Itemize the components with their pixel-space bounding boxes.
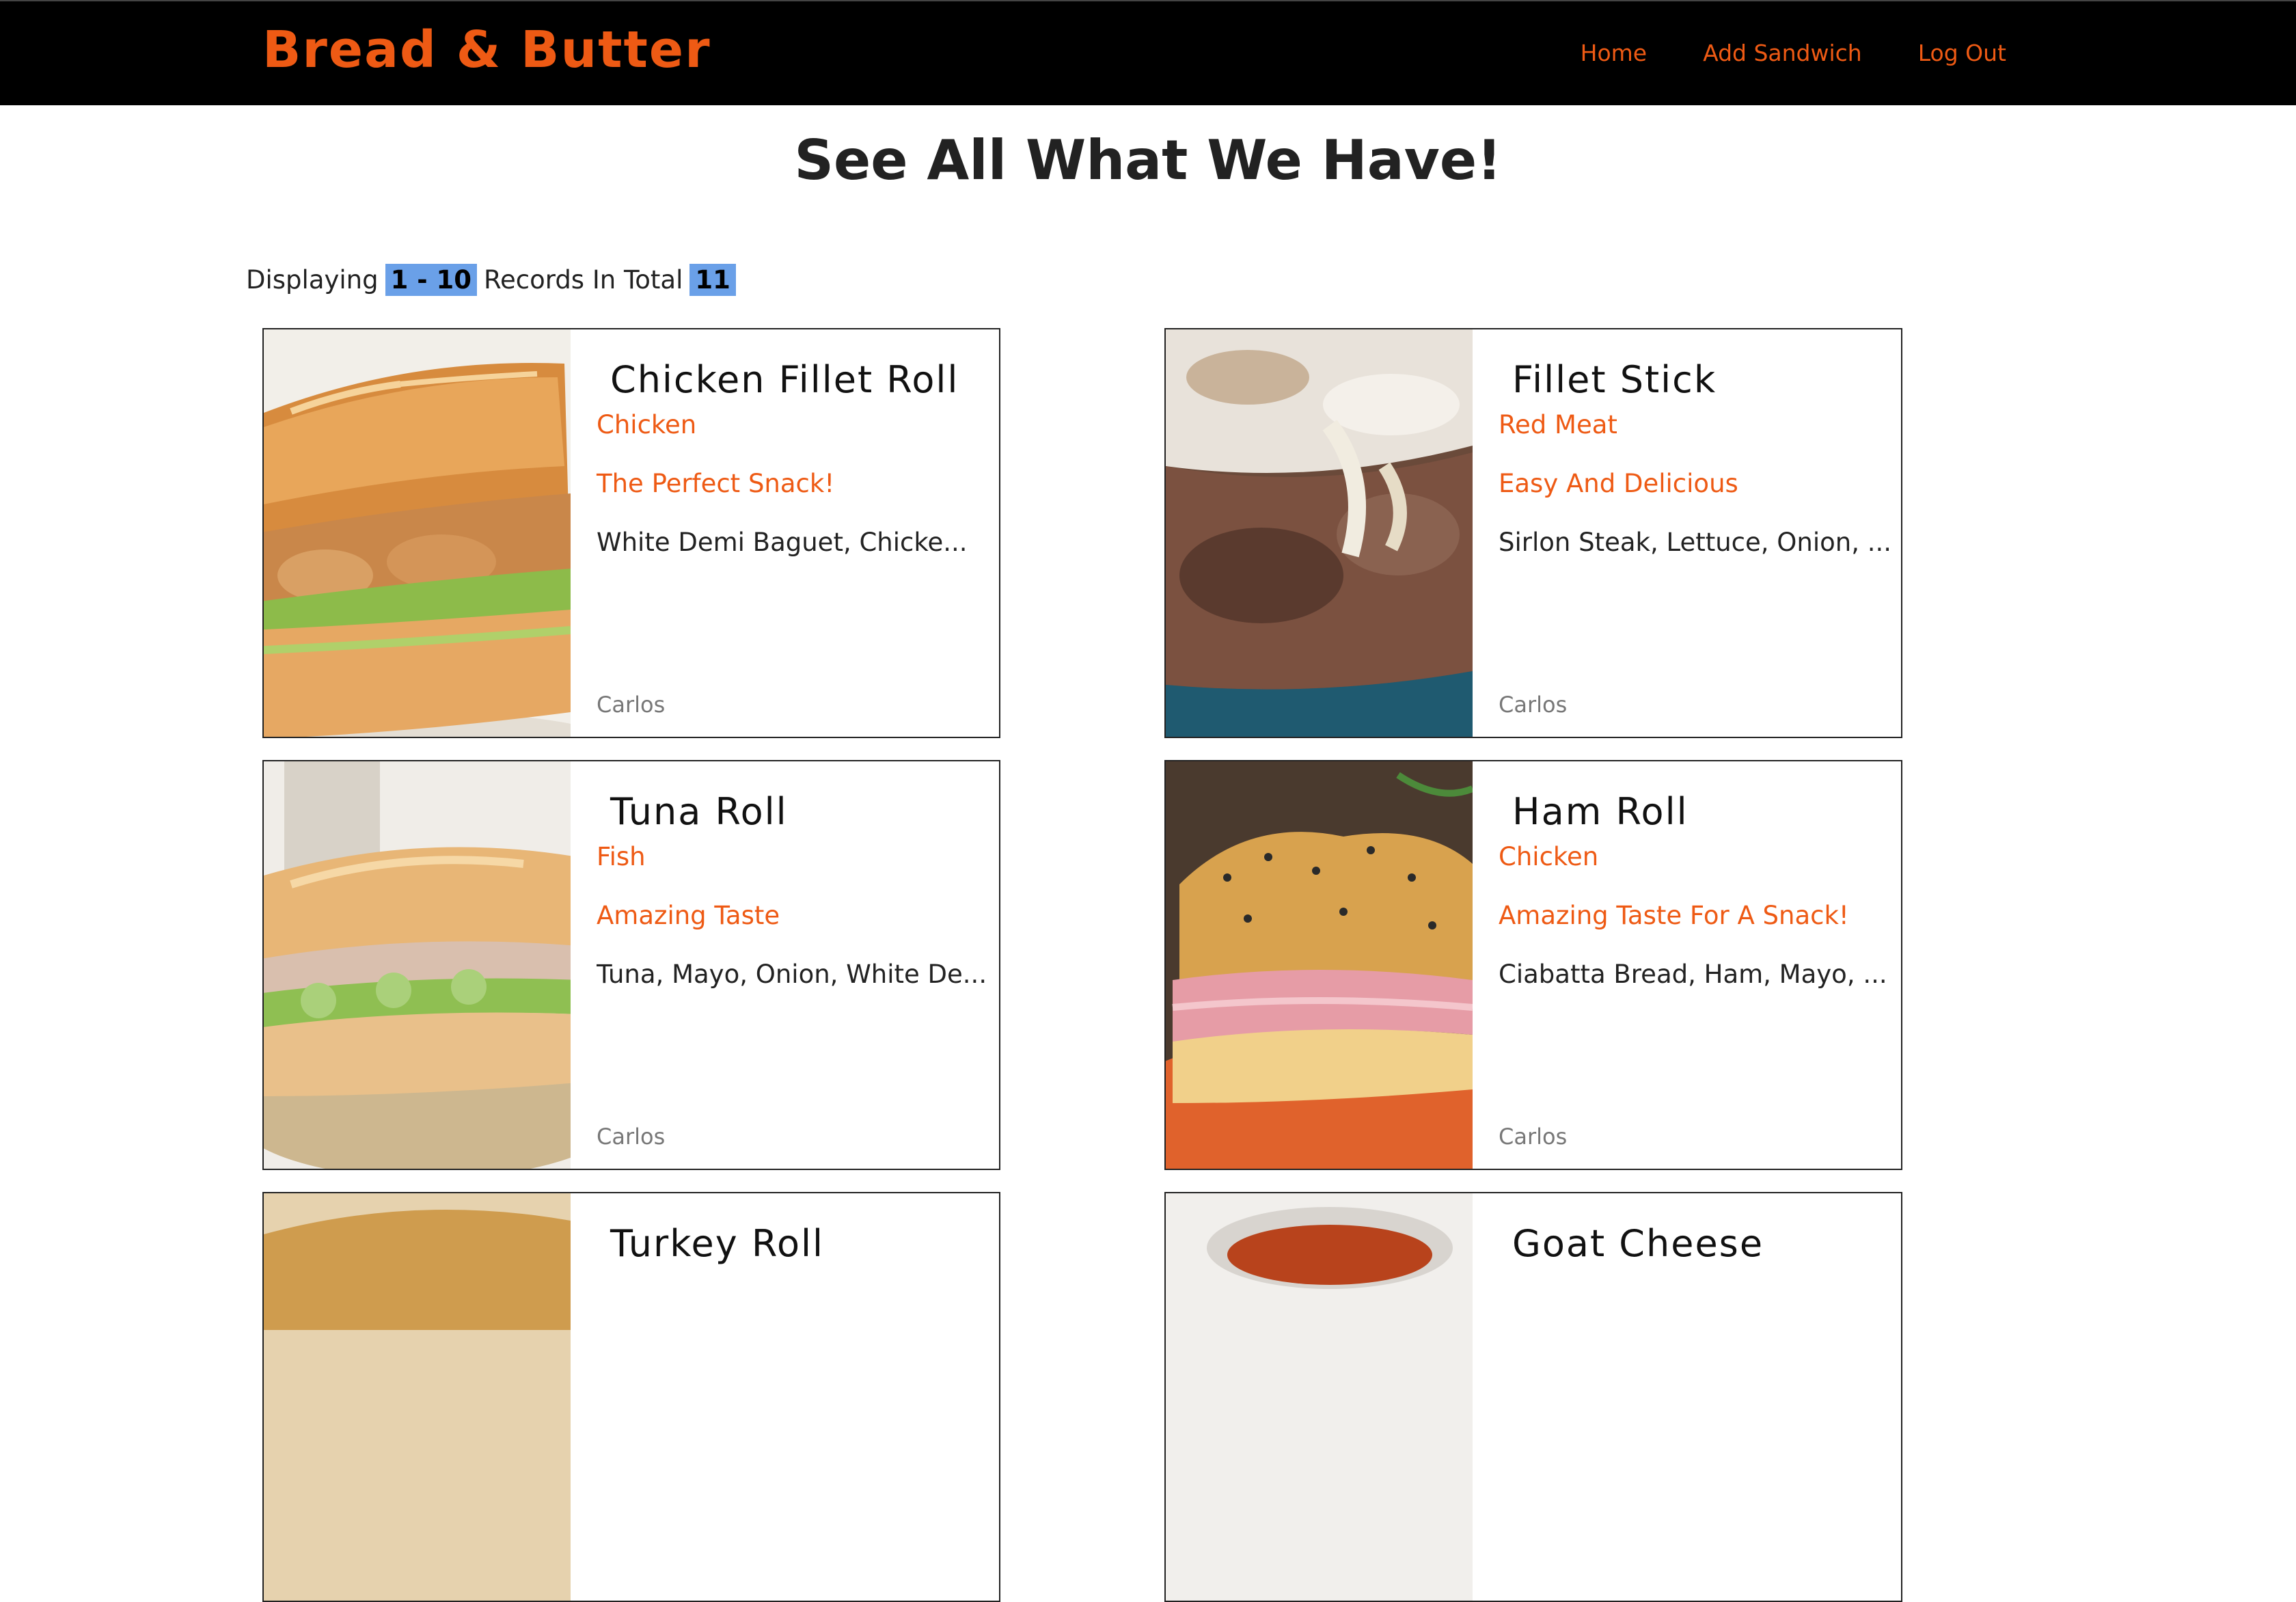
nav-add-sandwich-link[interactable]: Add Sandwich (1703, 40, 1862, 66)
sandwich-image[interactable] (1166, 761, 1473, 1169)
navbar: Bread & Butter Home Add Sandwich Log Out (0, 0, 2296, 105)
sandwich-tagline: Easy And Delicious (1499, 469, 1738, 498)
sandwich-card[interactable]: Chicken Fillet Roll Chicken The Perfect … (262, 328, 1000, 738)
sandwich-name[interactable]: Tuna Roll (610, 790, 788, 833)
sandwich-ingredients: Ciabatta Bread, Ham, Mayo, ... (1499, 960, 1887, 989)
sandwich-tagline: Amazing Taste For A Snack! (1499, 901, 1849, 930)
sandwich-category: Red Meat (1499, 410, 1617, 439)
sandwich-category: Chicken (597, 410, 697, 439)
sandwich-ingredients: Tuna, Mayo, Onion, White De... (597, 960, 987, 989)
nav-links: Home Add Sandwich Log Out (1581, 40, 2006, 66)
sandwich-author: Carlos (597, 1124, 666, 1150)
sandwich-card[interactable]: Goat Cheese (1164, 1192, 1902, 1602)
sandwich-image[interactable] (264, 329, 571, 737)
sandwich-image[interactable] (1166, 1193, 1473, 1601)
card-body: Chicken Fillet Roll Chicken The Perfect … (571, 329, 999, 737)
records-middle: Records In Total (483, 265, 683, 295)
sandwich-name[interactable]: Chicken Fillet Roll (610, 358, 959, 401)
sandwich-tagline: The Perfect Snack! (597, 469, 835, 498)
sandwich-image[interactable] (1166, 329, 1473, 737)
nav-log-out-link[interactable]: Log Out (1918, 40, 2006, 66)
sandwich-author: Carlos (597, 692, 666, 718)
records-summary: Displaying 1 - 10 Records In Total 11 (246, 264, 743, 296)
sandwich-author: Carlos (1499, 1124, 1568, 1150)
sandwich-name[interactable]: Turkey Roll (610, 1222, 824, 1265)
card-body: Turkey Roll (571, 1193, 999, 1601)
sandwich-ingredients: Sirlon Steak, Lettuce, Onion, ... (1499, 528, 1892, 557)
sandwich-card[interactable]: Fillet Stick Red Meat Easy And Delicious… (1164, 328, 1902, 738)
sandwich-image[interactable] (264, 1193, 571, 1601)
sandwich-image[interactable] (264, 761, 571, 1169)
sandwich-name[interactable]: Fillet Stick (1512, 358, 1717, 401)
card-body: Goat Cheese (1473, 1193, 1901, 1601)
sandwich-card[interactable]: Tuna Roll Fish Amazing Taste Tuna, Mayo,… (262, 760, 1000, 1170)
sandwich-card[interactable]: Turkey Roll (262, 1192, 1000, 1602)
sandwich-card[interactable]: Ham Roll Chicken Amazing Taste For A Sna… (1164, 760, 1902, 1170)
card-body: Ham Roll Chicken Amazing Taste For A Sna… (1473, 761, 1901, 1169)
sandwich-name[interactable]: Goat Cheese (1512, 1222, 1764, 1265)
records-total-badge: 11 (689, 264, 736, 296)
brand-logo[interactable]: Bread & Butter (262, 21, 711, 79)
sandwich-category: Chicken (1499, 842, 1599, 871)
sandwich-name[interactable]: Ham Roll (1512, 790, 1689, 833)
sandwich-tagline: Amazing Taste (597, 901, 780, 930)
page-title: See All What We Have! (794, 128, 1502, 192)
records-prefix: Displaying (246, 265, 379, 295)
nav-home-link[interactable]: Home (1581, 40, 1647, 66)
sandwich-category: Fish (597, 842, 646, 871)
card-body: Fillet Stick Red Meat Easy And Delicious… (1473, 329, 1901, 737)
sandwich-ingredients: White Demi Baguet, Chicke... (597, 528, 968, 557)
records-range-badge: 1 - 10 (385, 264, 477, 296)
card-body: Tuna Roll Fish Amazing Taste Tuna, Mayo,… (571, 761, 999, 1169)
sandwich-author: Carlos (1499, 692, 1568, 718)
